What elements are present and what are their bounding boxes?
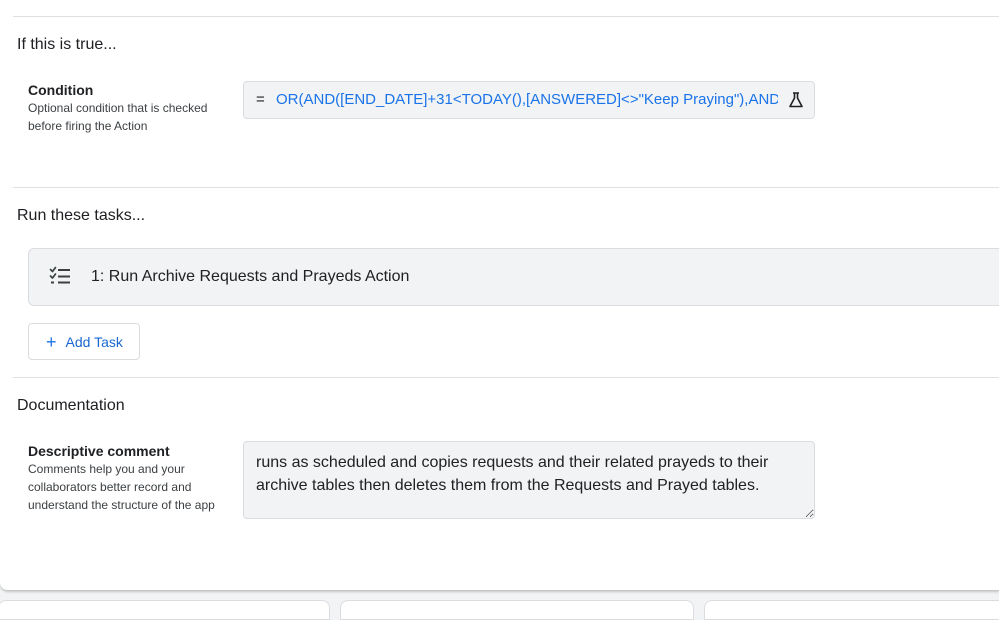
tasks-divider — [13, 377, 999, 378]
bottom-card-right — [704, 600, 999, 620]
add-task-label: Add Task — [65, 333, 123, 350]
bot-settings-card: If this is true... Condition Optional co… — [0, 0, 999, 591]
expression-equals-sign: = — [256, 91, 265, 108]
tasks-section-title: Run these tasks... — [17, 207, 146, 224]
descriptive-comment-help-text: Comments help you and your collaborators… — [28, 462, 215, 512]
descriptive-comment-textarea[interactable]: runs as scheduled and copies requests an… — [243, 441, 815, 519]
condition-help-text: Optional condition that is checked befor… — [28, 101, 208, 133]
documentation-section-title: Documentation — [17, 397, 125, 414]
plus-icon: + — [46, 331, 57, 352]
condition-divider — [13, 187, 999, 188]
top-divider — [13, 16, 999, 17]
descriptive-comment-label: Descriptive comment — [28, 443, 170, 459]
bottom-card-left — [0, 600, 330, 620]
condition-section-title: If this is true... — [17, 36, 117, 53]
flask-icon[interactable] — [778, 82, 814, 118]
task-label: 1: Run Archive Requests and Prayeds Acti… — [91, 268, 410, 285]
condition-expression-text[interactable]: OR(AND([END_DATE]+31<TODAY(),[ANSWERED]<… — [276, 91, 784, 109]
condition-expression-field[interactable]: = OR(AND([END_DATE]+31<TODAY(),[ANSWERED… — [243, 81, 815, 119]
bottom-card-middle — [340, 600, 694, 620]
add-task-button[interactable]: + Add Task — [28, 323, 140, 360]
condition-label: Condition — [28, 82, 94, 98]
checklist-icon — [49, 266, 71, 291]
task-row[interactable]: 1: Run Archive Requests and Prayeds Acti… — [28, 248, 999, 306]
